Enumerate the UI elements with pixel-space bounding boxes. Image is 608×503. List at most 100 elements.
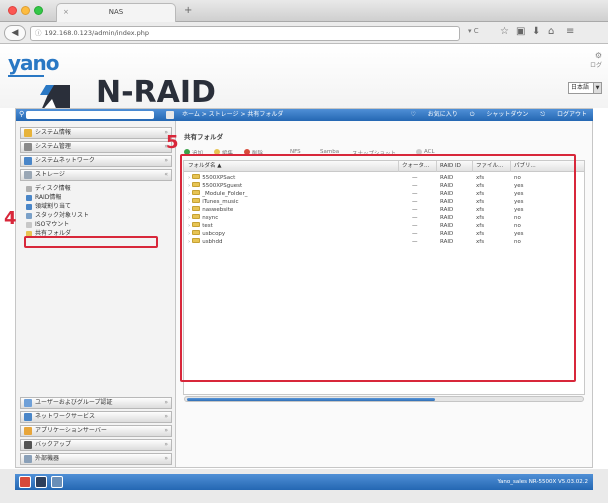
- subitem-label: ディスク情報: [35, 185, 71, 192]
- chevron-icon: »: [164, 157, 168, 164]
- url-input[interactable]: ⓘ 192.168.0.123/admin/index.php: [30, 26, 460, 41]
- monitor-icon[interactable]: [35, 476, 47, 488]
- app-server-icon: [24, 427, 32, 435]
- site-info-icon: ⓘ: [35, 29, 42, 37]
- sidebar-subitem-disk-info[interactable]: ディスク情報: [26, 185, 71, 193]
- status-bar: Yano_sales NR-5500X V5.03.02.2: [15, 474, 593, 490]
- close-window-button[interactable]: [8, 6, 17, 15]
- sidebar-item-label: ユーザーおよびグループ認証: [35, 399, 113, 406]
- bookmarks-icon[interactable]: ▣: [516, 26, 525, 37]
- app-header: yano N-RAID ⚙ ログ 日本語 ▼: [0, 45, 608, 113]
- maximize-window-button[interactable]: [34, 6, 43, 15]
- sidebar-item-app-server[interactable]: アプリケーションサーバー »: [20, 425, 172, 437]
- external-device-icon: [24, 455, 32, 463]
- search-button[interactable]: [166, 111, 174, 119]
- stack-icon: [26, 213, 32, 219]
- new-tab-button[interactable]: +: [184, 5, 192, 16]
- subitem-label: RAID情報: [35, 194, 62, 201]
- menu-icon[interactable]: ≡: [566, 26, 574, 37]
- logout-label: ログアウト: [556, 111, 587, 118]
- chevron-icon: »: [164, 455, 168, 462]
- callout-number-5: 5: [166, 132, 179, 153]
- network-service-icon: [24, 413, 32, 421]
- sidebar-item-storage[interactable]: ストレージ «: [20, 169, 172, 181]
- browser-titlebar: × NAS +: [0, 0, 608, 22]
- sidebar-item-system-admin[interactable]: システム管理 »: [20, 141, 172, 153]
- scrollbar-thumb[interactable]: [187, 398, 435, 401]
- sidebar-highlight-box: [24, 236, 158, 248]
- sidebar-item-backup[interactable]: バックアップ »: [20, 439, 172, 451]
- shutdown-link[interactable]: ⏻ シャットダウン: [470, 111, 529, 118]
- logout-link[interactable]: ⎋ ログアウト: [540, 111, 587, 118]
- header-user-area: ⚙ ログ: [590, 51, 602, 69]
- sidebar-item-label: バックアップ: [35, 441, 72, 448]
- sidebar-item-external-devices[interactable]: 外部機器 »: [20, 453, 172, 465]
- grid-highlight-box: [180, 154, 576, 382]
- callout-number-4: 4: [4, 208, 17, 229]
- browser-tab[interactable]: × NAS: [56, 3, 176, 22]
- language-select[interactable]: 日本語 ▼: [568, 82, 602, 94]
- favorites-link[interactable]: ♡ お気に入り: [411, 111, 458, 118]
- info-icon: [24, 129, 32, 137]
- iso-icon: [26, 222, 32, 228]
- chevron-icon: «: [164, 171, 168, 178]
- url-text: 192.168.0.123/admin/index.php: [44, 29, 150, 37]
- sidebar-item-network-services[interactable]: ネットワークサービス »: [20, 411, 172, 423]
- header-link[interactable]: ログ: [590, 60, 602, 69]
- subitem-label: スタック対象リスト: [35, 212, 90, 219]
- tab-close-icon[interactable]: ×: [63, 4, 69, 20]
- sidebar-item-system-info[interactable]: システム情報 »: [20, 127, 172, 139]
- breadcrumb-path[interactable]: ホーム > ストレージ > 共有フォルダ: [182, 111, 283, 118]
- sidebar-item-label: システムネットワーク: [35, 157, 95, 164]
- menu-grid-icon[interactable]: [19, 476, 31, 488]
- breadcrumb: ホーム > ストレージ > 共有フォルダ ♡ お気に入り ⏻ シャットダウン ⎋…: [176, 109, 593, 121]
- sidebar-subitem-iso-mount[interactable]: ISOマウント: [26, 221, 69, 229]
- disk-icon: [26, 186, 32, 192]
- search-icon: ⚲: [19, 110, 25, 118]
- sidebar-item-label: システム情報: [35, 129, 71, 136]
- user-icon[interactable]: ⚙: [590, 51, 602, 60]
- sidebar-subitem-stack-target[interactable]: スタック対象リスト: [26, 212, 89, 220]
- header-actions: ♡ お気に入り ⏻ シャットダウン ⎋ ログアウト: [401, 109, 588, 121]
- sidebar-item-label: アプリケーションサーバー: [35, 427, 107, 434]
- backup-icon: [24, 441, 32, 449]
- home-icon[interactable]: ⌂: [548, 26, 554, 37]
- search-input[interactable]: [26, 111, 154, 119]
- minimize-window-button[interactable]: [21, 6, 30, 15]
- sidebar-item-system-network[interactable]: システムネットワーク »: [20, 155, 172, 167]
- reload-icon[interactable]: ▾ C: [468, 27, 479, 35]
- sidebar-item-label: システム管理: [35, 143, 71, 150]
- download-icon[interactable]: ⬇: [532, 26, 540, 37]
- chevron-down-icon: ▼: [593, 83, 601, 93]
- sidebar-subitem-raid-info[interactable]: RAID情報: [26, 194, 61, 202]
- horizontal-scrollbar[interactable]: [184, 396, 584, 402]
- sidebar-item-label: ネットワークサービス: [35, 413, 96, 420]
- favorites-label: お気に入り: [427, 111, 458, 118]
- sidebar-item-users-groups[interactable]: ユーザーおよびグループ認証 »: [20, 397, 172, 409]
- browser-toolbar: ◀ ⓘ 192.168.0.123/admin/index.php ▾ C ☆ ▣…: [0, 22, 608, 44]
- shutdown-label: シャットダウン: [486, 111, 529, 118]
- users-icon: [24, 399, 32, 407]
- chevron-icon: »: [164, 427, 168, 434]
- chevron-icon: »: [164, 399, 168, 406]
- sidebar: ⚲ システム情報 » システム管理 » システムネットワーク » ストレージ «…: [15, 108, 177, 468]
- star-icon[interactable]: ☆: [500, 26, 509, 37]
- network-icon: [24, 157, 32, 165]
- sidebar-subitem-space-allocation[interactable]: 領域割り当て: [26, 203, 71, 211]
- vendor-logo: yano: [8, 51, 60, 75]
- language-value: 日本語: [571, 84, 590, 91]
- tools-icon: [24, 143, 32, 151]
- product-name: N-RAID: [96, 75, 216, 110]
- back-arrow-icon[interactable]: ◀: [4, 25, 26, 41]
- vendor-logo-underline: [8, 75, 44, 77]
- raid-icon: [26, 195, 32, 201]
- network-map-icon[interactable]: [51, 476, 63, 488]
- sidebar-item-label: 外部機器: [35, 455, 60, 462]
- tab-title: NAS: [108, 8, 124, 16]
- sidebar-search-bar: ⚲: [16, 109, 177, 121]
- status-text: Yano_sales NR-5500X V5.03.02.2: [497, 479, 588, 485]
- subitem-label: ISOマウント: [35, 221, 70, 228]
- subitem-label: 領域割り当て: [35, 203, 72, 210]
- sidebar-item-label: ストレージ: [35, 171, 65, 178]
- allocation-icon: [26, 204, 32, 210]
